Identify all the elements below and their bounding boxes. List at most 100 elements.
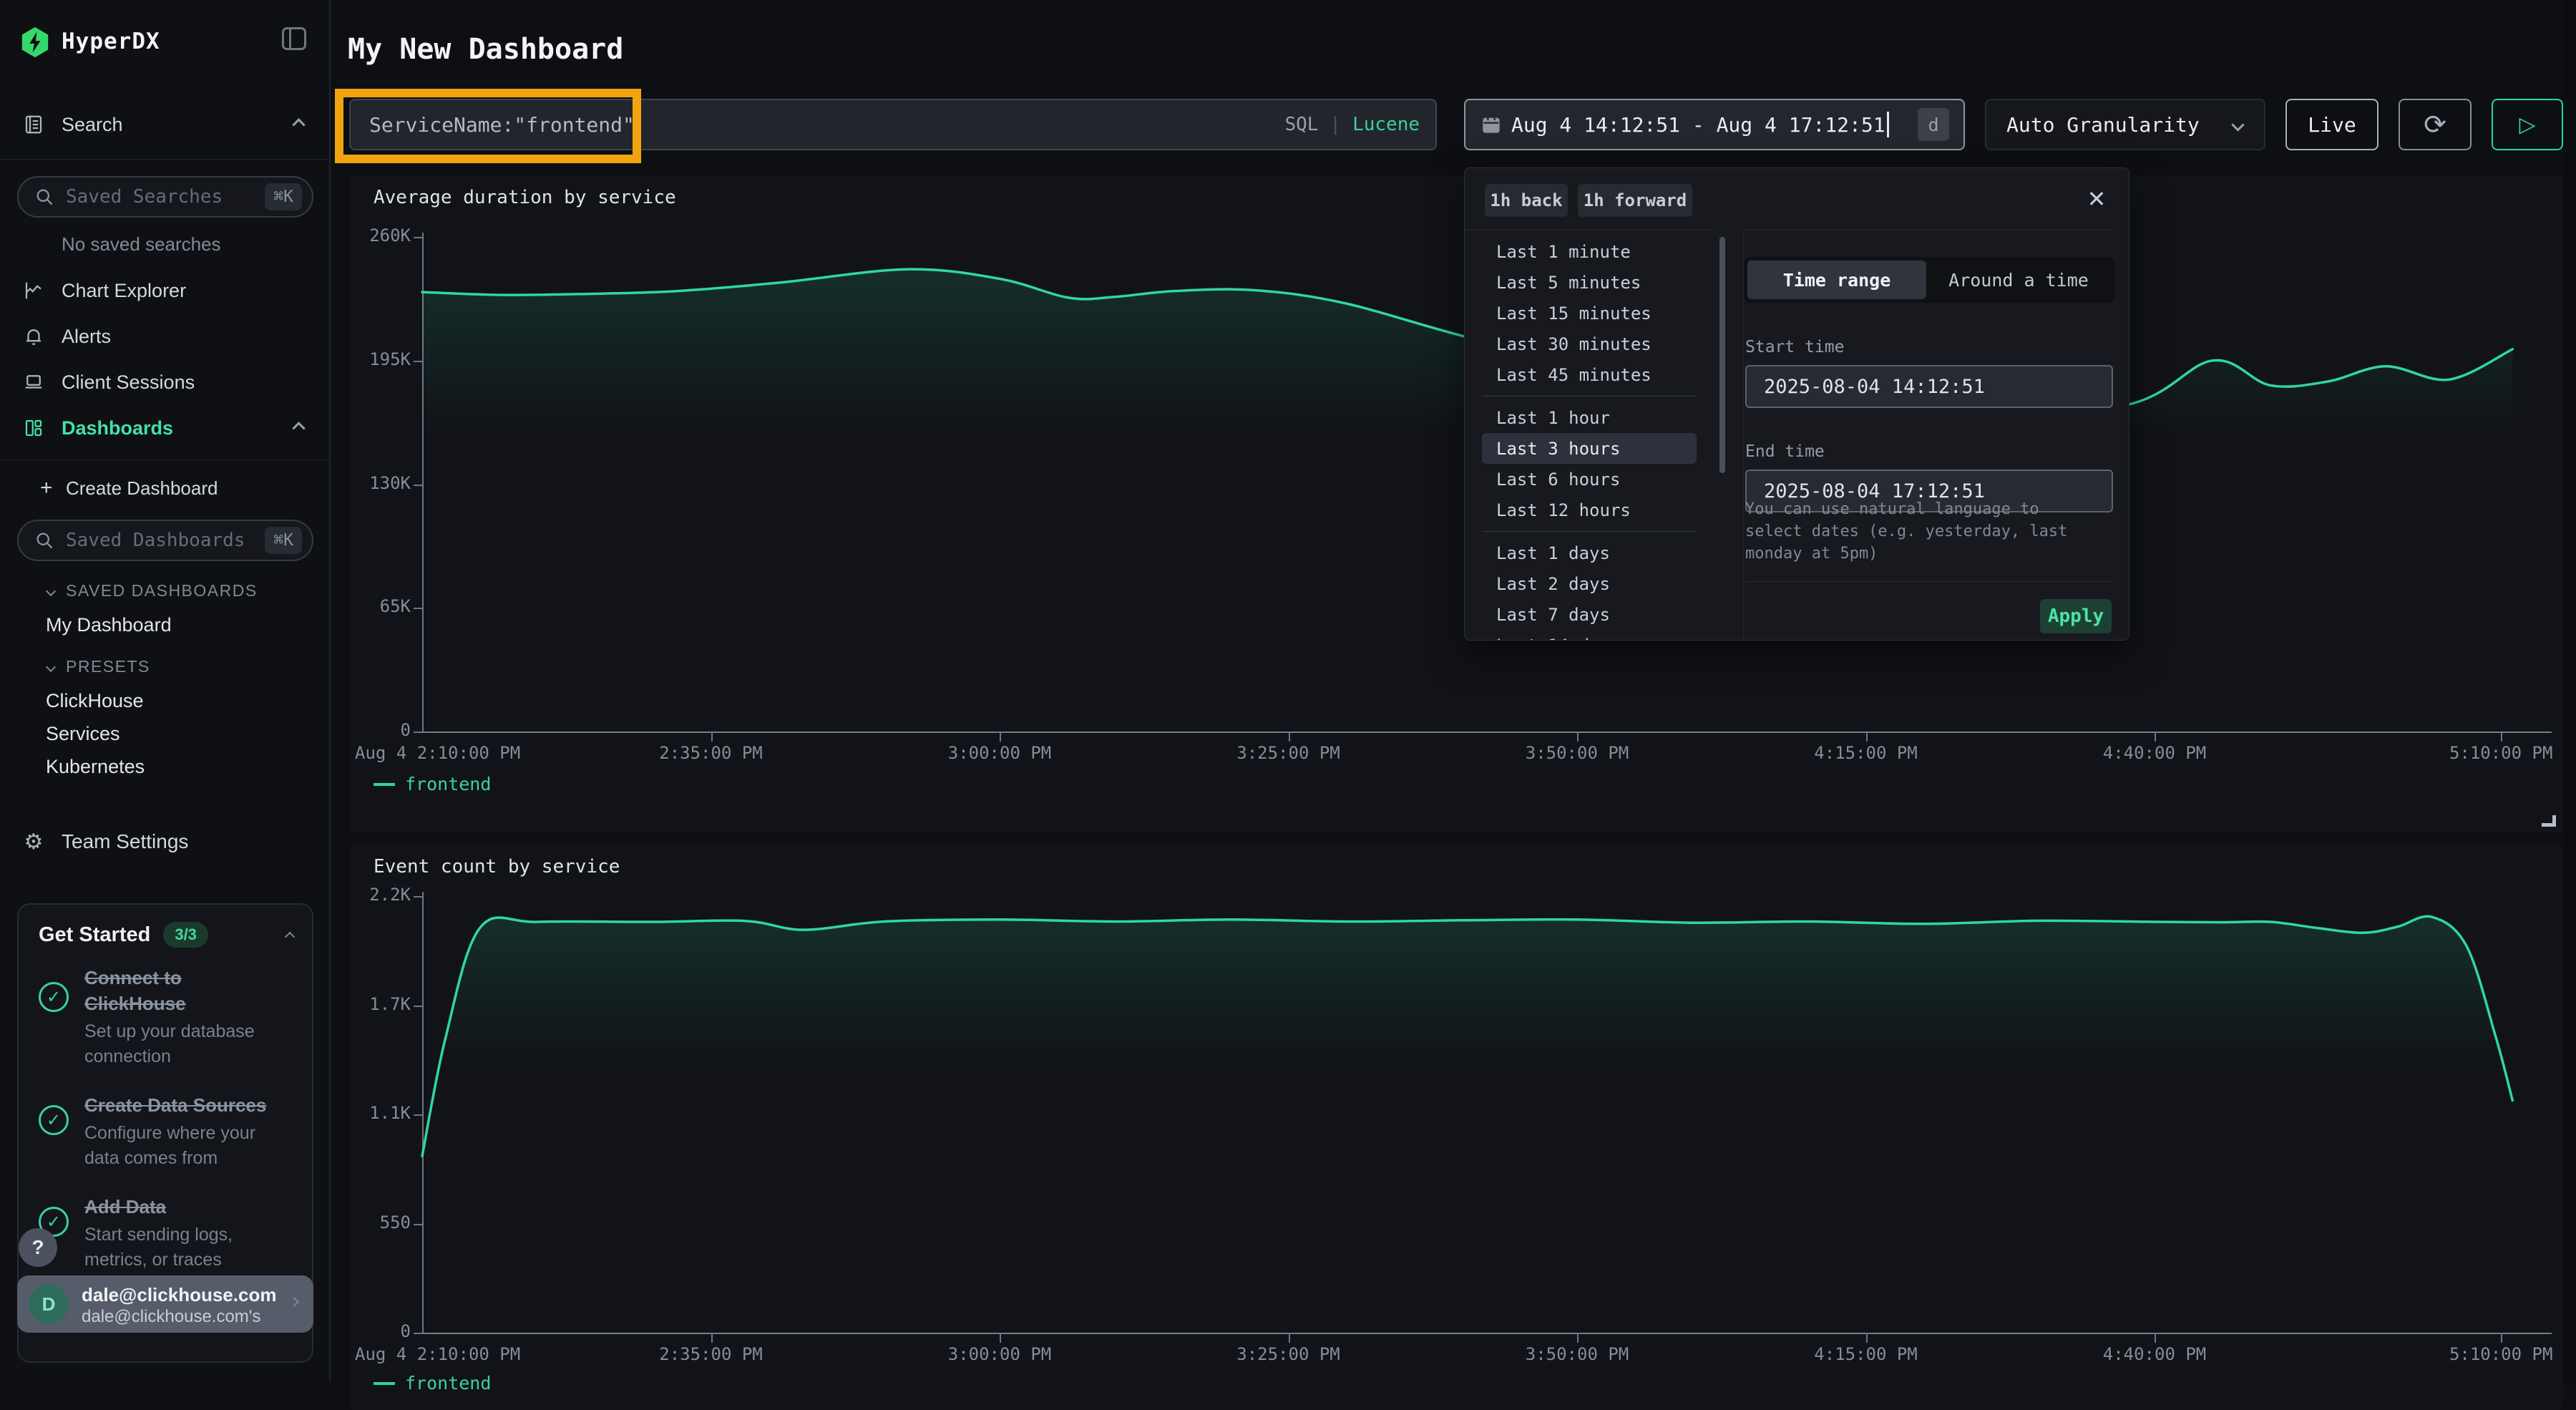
saved-searches-input[interactable]: Saved Searches ⌘K [17,176,313,218]
time-range-list: Last 1 minute Last 5 minutes Last 15 min… [1465,230,1712,641]
step-title: Connect to ClickHouse [84,965,285,1016]
no-saved-searches-text: No saved searches [62,233,221,256]
section-presets[interactable]: PRESETS [47,657,150,676]
check-circle-icon: ✓ [39,1105,69,1135]
start-time-input[interactable]: 2025-08-04 14:12:51 [1745,365,2113,408]
sidebar-item-clickhouse[interactable]: ClickHouse [46,690,144,712]
shift-forward-button[interactable]: 1h forward [1578,184,1692,217]
user-menu[interactable]: D dale@clickhouse.com dale@clickhouse.co… [17,1275,313,1333]
query-text: ServiceName:"frontend" [369,113,635,137]
resize-handle[interactable] [2542,815,2556,827]
search-doc-icon [21,112,46,137]
create-dashboard-button[interactable]: + Create Dashboard [0,471,331,505]
chevron-up-icon [292,422,305,434]
scrollbar-gutter[interactable] [2563,0,2576,1381]
legend-item-frontend[interactable]: frontend [374,1373,491,1394]
shift-back-button[interactable]: 1h back [1485,184,1568,217]
sidebar-item-alerts[interactable]: Alerts [0,319,331,354]
range-option[interactable]: Last 12 hours [1482,495,1697,525]
close-icon[interactable]: ✕ [2084,187,2109,211]
divider [1745,581,2113,582]
scrollbar-thumb[interactable] [1719,237,1725,473]
sidebar-item-services[interactable]: Services [46,723,120,745]
series-area [422,916,2512,1333]
divider [0,159,331,160]
sidebar-item-label: Search [62,114,123,136]
shortcut-badge: d [1918,108,1949,141]
text-cursor [1887,112,1889,137]
sidebar-item-client-sessions[interactable]: Client Sessions [0,365,331,399]
sidebar-item-kubernetes[interactable]: Kubernetes [46,756,145,778]
range-option[interactable]: Last 5 minutes [1482,267,1697,298]
gear-icon: ⚙ [21,830,46,854]
sql-toggle[interactable]: SQL [1284,114,1318,135]
sidebar-item-label: Team Settings [62,830,188,853]
section-saved-dashboards[interactable]: SAVED DASHBOARDS [47,581,258,601]
chevron-down-icon [46,661,56,671]
lucene-toggle[interactable]: Lucene [1352,114,1420,135]
step-subtitle: Configure where your data comes from [84,1121,292,1171]
divider [1482,531,1697,532]
range-option[interactable]: Last 1 minute [1482,236,1697,267]
live-button[interactable]: Live [2285,99,2379,150]
language-toggle: SQL | Lucene [1284,114,1420,135]
sidebar-item-team-settings[interactable]: ⚙ Team Settings [0,825,331,859]
granularity-select[interactable]: Auto Granularity [1985,99,2265,150]
range-option[interactable]: Last 6 hours [1482,464,1697,495]
play-button[interactable]: ▷ [2492,99,2563,150]
range-option[interactable]: Last 1 days [1482,538,1697,568]
start-time-value: 2025-08-04 14:12:51 [1764,376,1985,398]
range-option[interactable]: Last 15 minutes [1482,298,1697,329]
chart-average-duration[interactable]: Average duration by service065K130K195K2… [349,175,2563,832]
time-picker-popover: 1h back 1h forward ✕ Last 1 minute Last … [1464,167,2129,641]
tab-around-a-time[interactable]: Around a time [1926,261,2111,299]
bell-icon [21,324,46,349]
laptop-icon [21,370,46,394]
get-started-header[interactable]: Get Started 3/3 [39,922,293,948]
range-option-selected[interactable]: Last 3 hours [1482,433,1697,464]
chart-event-count[interactable]: Event count by service05501.1K1.7K2.2KAu… [349,845,2563,1410]
range-option[interactable]: Last 7 days [1482,599,1697,630]
section-label: SAVED DASHBOARDS [66,581,258,601]
search-query-input[interactable]: ServiceName:"frontend" SQL | Lucene [349,99,1437,150]
plot-area[interactable] [349,175,2563,832]
collapse-sidebar-icon[interactable] [282,27,306,50]
sidebar-item-search[interactable]: Search [0,107,331,142]
dashboards-grid-icon [21,416,46,440]
refresh-button[interactable]: ⟳ [2399,99,2472,150]
sidebar-item-my-dashboard[interactable]: My Dashboard [46,614,172,636]
chart-line-icon [21,278,46,303]
sidebar-item-chart-explorer[interactable]: Chart Explorer [0,273,331,308]
tab-time-range[interactable]: Time range [1747,261,1926,299]
live-label: Live [2308,113,2356,137]
saved-searches-placeholder: Saved Searches [66,186,223,208]
sidebar-item-label: Chart Explorer [62,280,186,302]
apply-button[interactable]: Apply [2040,599,2112,633]
legend-item-frontend[interactable]: frontend [374,774,491,794]
hyperdx-app: HyperDX Search Saved Searches ⌘K No save… [0,0,2576,1381]
time-range-value: Aug 4 14:12:51 - Aug 4 17:12:51 [1511,113,1885,137]
saved-dashboards-input[interactable]: Saved Dashboards ⌘K [17,520,313,561]
range-option[interactable]: Last 30 minutes [1482,329,1697,359]
divider [1482,396,1697,397]
play-icon: ▷ [2519,112,2535,137]
saved-dashboards-placeholder: Saved Dashboards [66,530,245,551]
sidebar-item-dashboards[interactable]: Dashboards [0,411,331,445]
range-option[interactable]: Last 2 days [1482,568,1697,599]
range-option[interactable]: Last 14 days [1482,630,1697,641]
get-started-title: Get Started [39,923,150,947]
chevron-up-icon [285,932,295,942]
range-option[interactable]: Last 45 minutes [1482,359,1697,390]
plot-area[interactable] [349,845,2563,1410]
avatar: D [29,1284,69,1324]
time-range-input[interactable]: Aug 4 14:12:51 - Aug 4 17:12:51 d [1464,99,1965,150]
refresh-icon: ⟳ [2424,109,2446,141]
sidebar-item-label: Dashboards [62,417,173,439]
create-dashboard-label: Create Dashboard [66,477,218,500]
step-subtitle: Set up your database connection [84,1019,292,1069]
help-button[interactable]: ? [19,1228,57,1267]
range-option[interactable]: Last 1 hour [1482,402,1697,433]
step-subtitle: Start sending logs, metrics, or traces [84,1222,292,1273]
shortcut-badge: ⌘K [265,527,302,554]
question-mark-icon: ? [31,1236,44,1259]
